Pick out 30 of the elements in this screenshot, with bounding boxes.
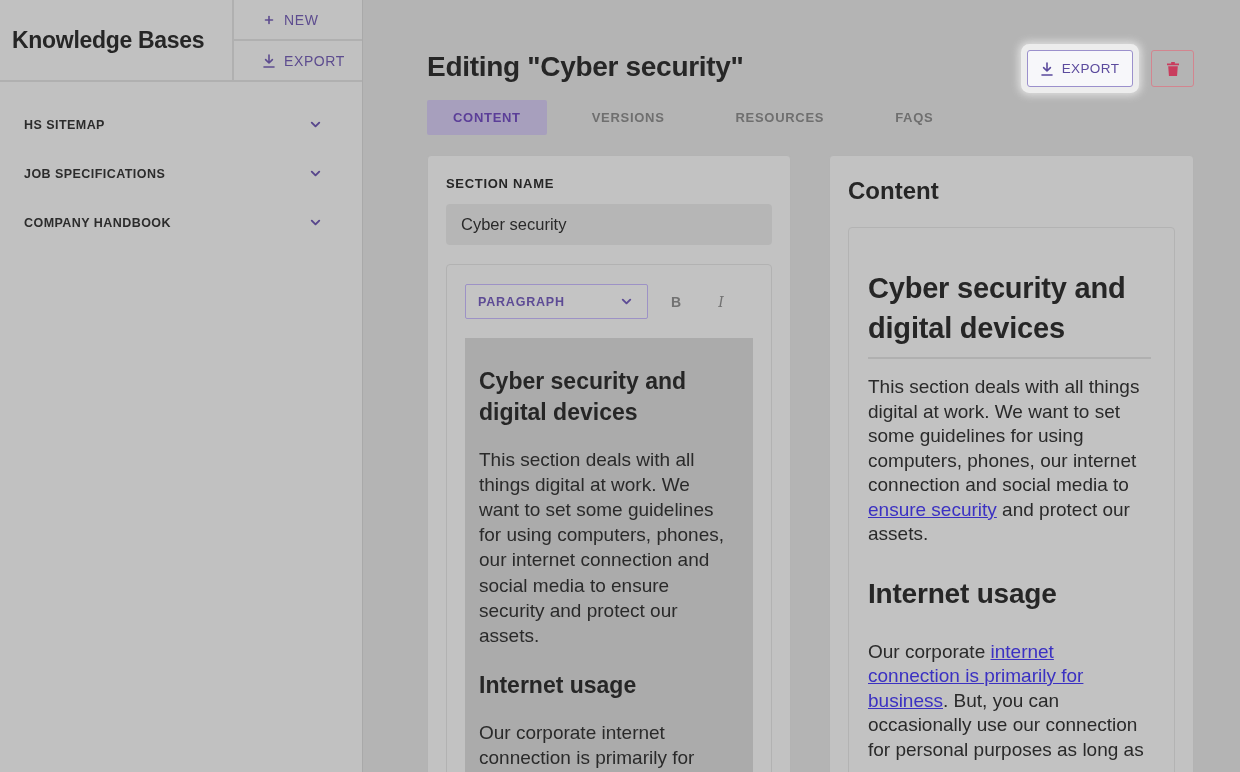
field-label: SECTION NAME (446, 176, 556, 192)
text-link[interactable]: business (868, 689, 943, 711)
tab[interactable]: CONTENT (427, 100, 547, 135)
page-title: Editing "Cyber security" (427, 49, 744, 84)
editor-paragraph: This section deals with all things digital at work. We want to set some guidelines for using computers, phones, our internet connection and social media to ensure security and protect our assets. (479, 447, 726, 648)
bold-button[interactable]: B (661, 284, 691, 319)
editor-heading: Cyber security and digital devices (479, 367, 688, 427)
sidebar-title: Knowledge Bases (11, 26, 205, 55)
article-paragraph: This section deals with all things digital at work. We want to set some guidelines for using computers, phones, our internet connection and social media to ensure security and protect our assets. (868, 375, 1141, 546)
text-link[interactable]: internet (990, 640, 1054, 662)
sidebar-item[interactable]: JOB SPECIFICATIONS (0, 149, 362, 198)
sidebar-item[interactable]: COMPANY HANDBOOK (0, 198, 362, 247)
download-icon (1040, 61, 1053, 76)
section-name-input[interactable]: Cyber security (446, 204, 772, 245)
article-paragraph: Our corporate internet connection is primarily for business. But, you can occasionally use our connection for personal purposes as long as (868, 639, 1145, 762)
plus-icon (263, 13, 275, 26)
new-button[interactable]: NEW (234, 0, 362, 41)
article-title: Cyber security and digital devices (868, 271, 1127, 346)
format-dropdown[interactable]: PARAGRAPH (465, 284, 648, 319)
editor-paragraph: Our corporate internet connection is primarily for (479, 720, 696, 770)
text-link[interactable]: connection is primarily for (868, 665, 1084, 686)
download-icon (263, 53, 275, 68)
card-title: Content (848, 176, 940, 206)
sidebar-item[interactable]: HS SITEMAP (0, 100, 362, 149)
italic-button[interactable]: I (706, 284, 736, 319)
editor-heading: Internet usage (479, 671, 638, 701)
trash-icon (1166, 61, 1179, 76)
text-link[interactable]: ensure security (868, 498, 997, 520)
export-button[interactable]: EXPORT (234, 41, 362, 80)
article-heading: Internet usage (868, 577, 1058, 610)
